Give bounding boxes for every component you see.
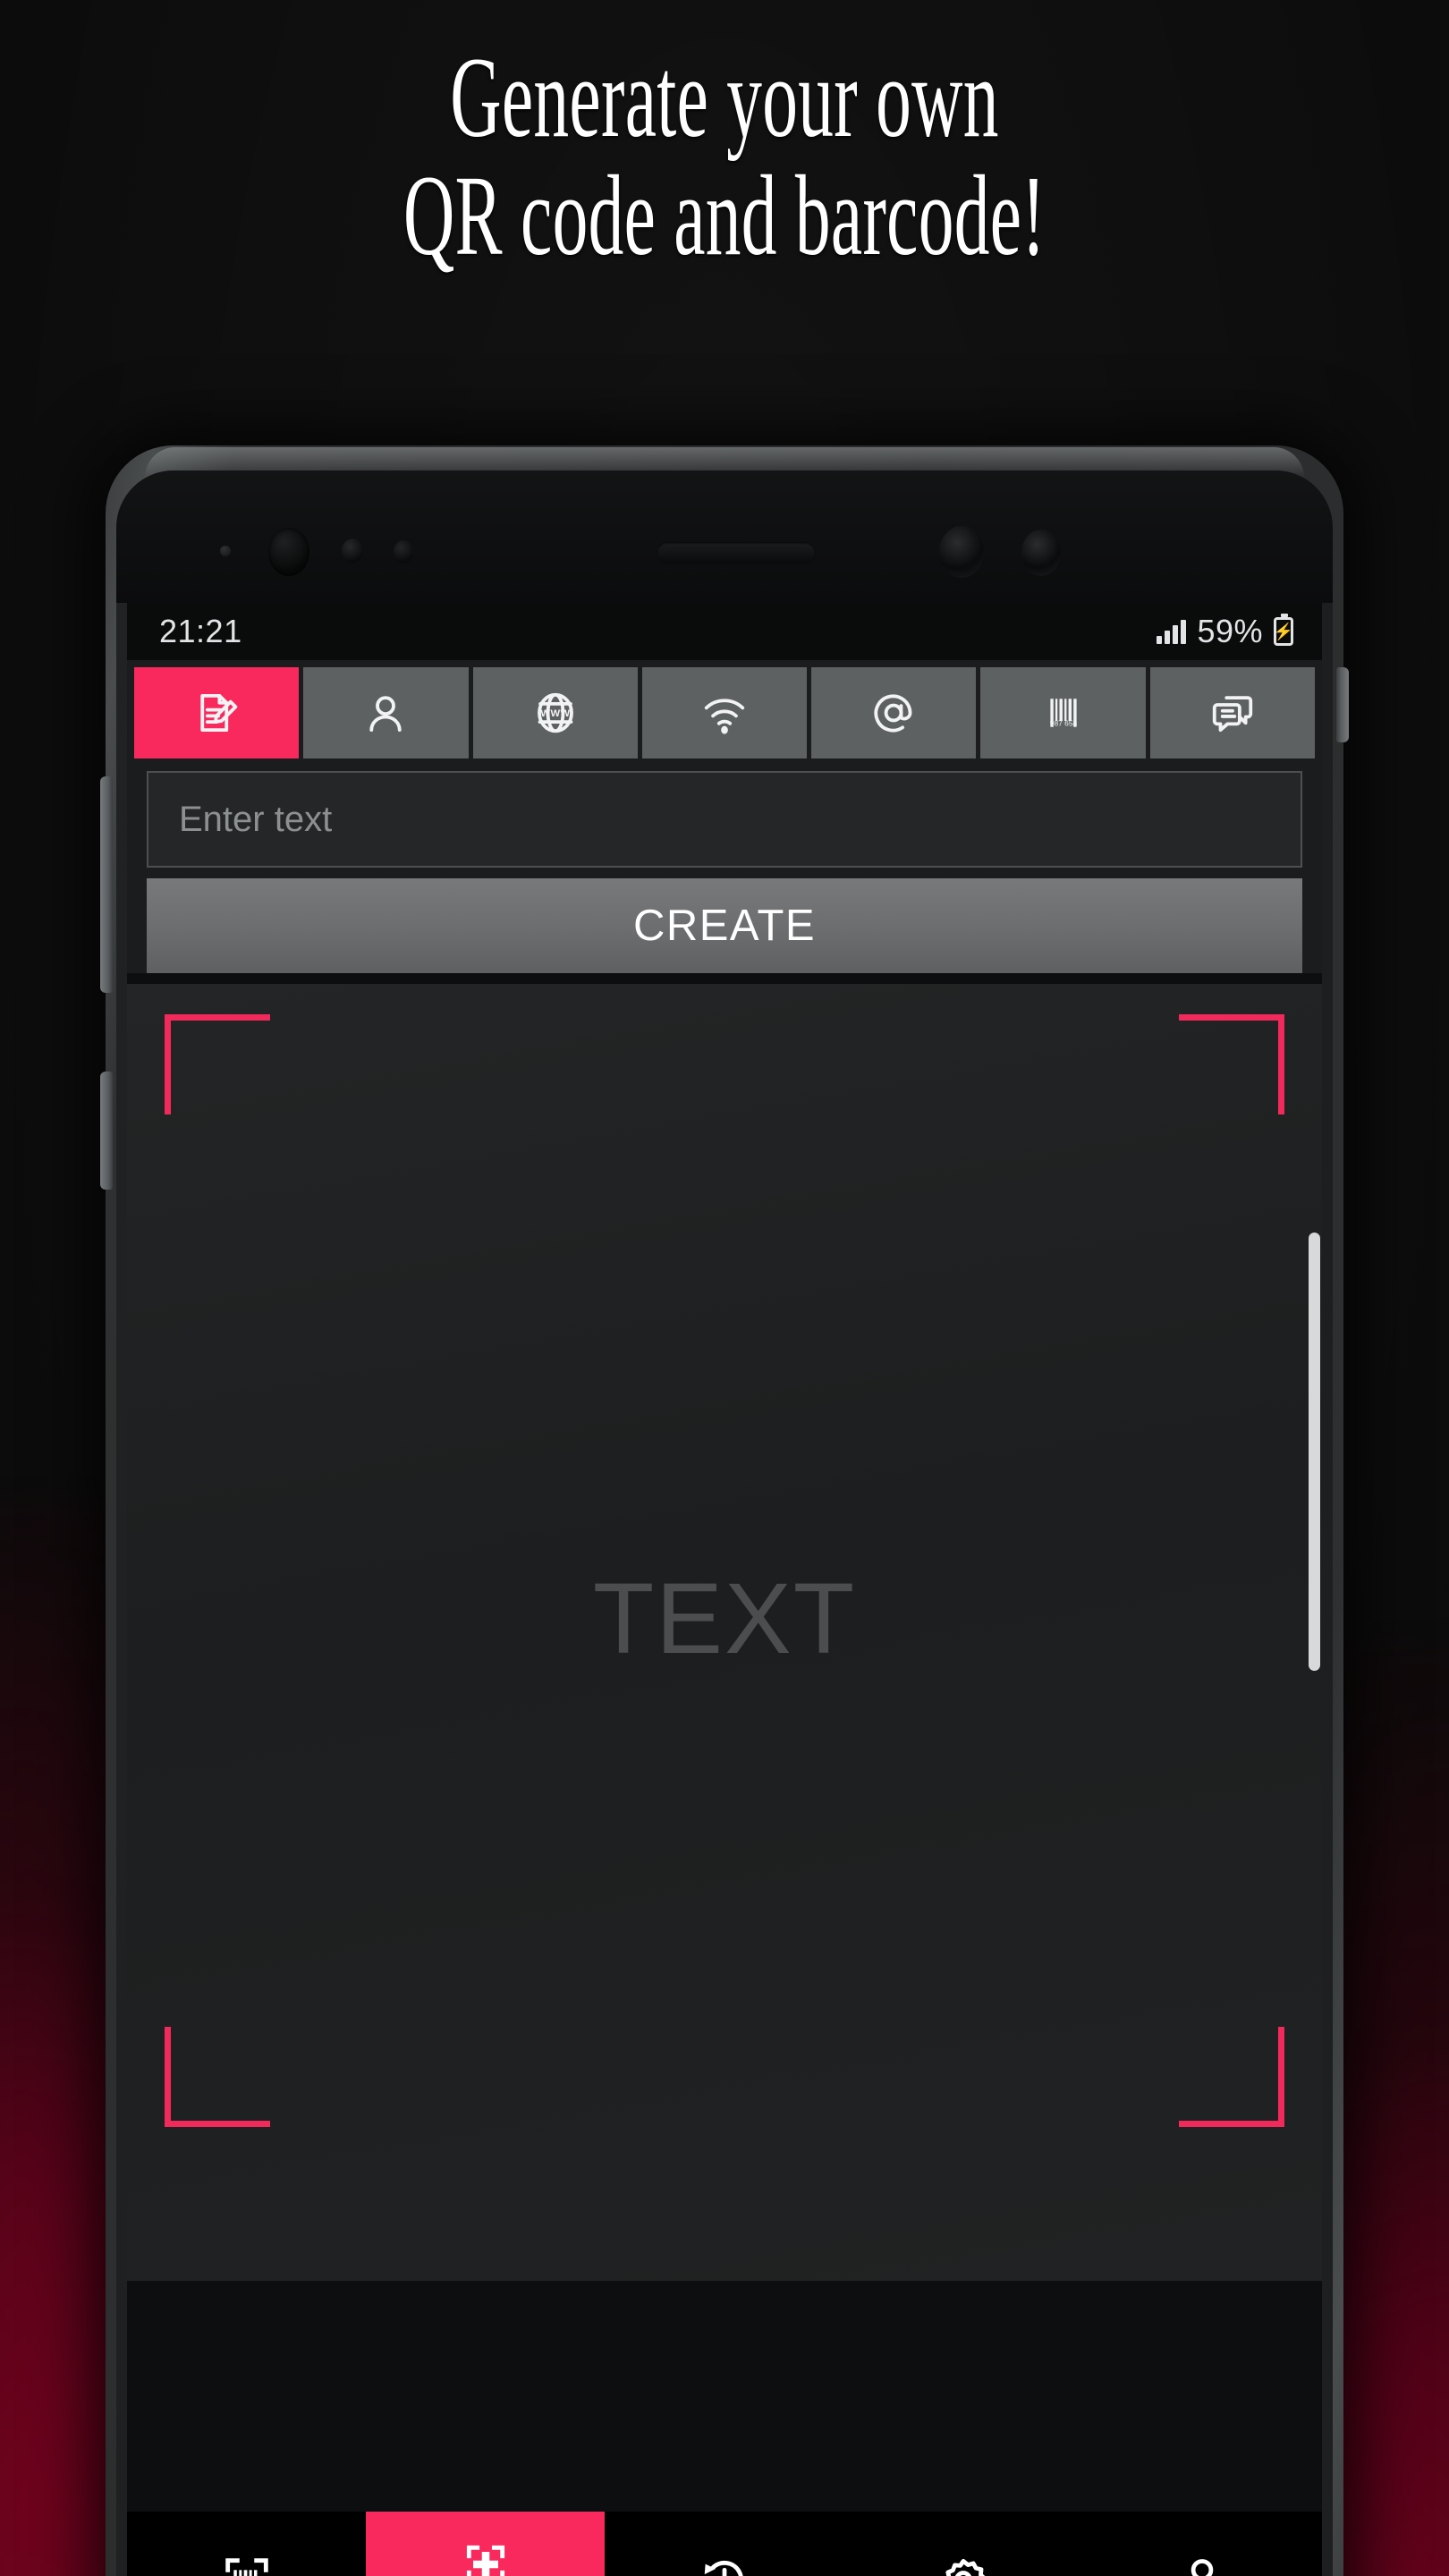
status-bar: 21:21 59% ⚡: [127, 603, 1322, 660]
create-button-container: CREATE: [127, 868, 1322, 973]
headline-line-1: Generate your own: [450, 34, 999, 161]
tab-sms[interactable]: [1149, 667, 1315, 758]
code-type-tabbar: WWW 987 658: [127, 660, 1322, 758]
battery-charging-icon: ⚡: [1274, 614, 1293, 646]
scanner-corner-bottom-right: [1179, 2027, 1284, 2127]
volume-button[interactable]: [100, 776, 113, 993]
headline-line-2: QR code and barcode!: [403, 151, 1046, 279]
tab-text[interactable]: [134, 667, 300, 758]
phone-body: 21:21 59% ⚡ WWW 987 658 Enter text CREAT…: [116, 470, 1333, 2576]
create-button[interactable]: CREATE: [147, 878, 1302, 973]
svg-text:WWW: WWW: [540, 708, 570, 719]
preview-watermark: TEXT: [592, 1563, 857, 1675]
iris-scanner-icon: [939, 526, 984, 578]
document-pencil-icon: [200, 693, 238, 733]
svg-text:987 658: 987 658: [1049, 719, 1077, 728]
code-preview-area: TEXT: [127, 984, 1322, 2281]
power-button[interactable]: [1336, 667, 1349, 742]
tab-barcode[interactable]: 987 658: [980, 667, 1146, 758]
phone-mockup: 21:21 59% ⚡ WWW 987 658 Enter text CREAT…: [100, 445, 1349, 2576]
globe-www-icon: WWW: [537, 692, 573, 733]
battery-percent-label: 59%: [1197, 613, 1263, 649]
nav-item-history[interactable]: [605, 2512, 844, 2576]
scan-barcode-icon: [225, 2558, 268, 2576]
tab-email[interactable]: [811, 667, 977, 758]
infrared-sensor-icon: [1021, 530, 1061, 576]
light-sensor-icon: [394, 540, 413, 564]
chat-bubbles-icon: [1212, 696, 1252, 733]
preview-scrollbar[interactable]: [1309, 1233, 1320, 1671]
barcode-icon: 987 658: [1049, 699, 1077, 728]
tab-wifi[interactable]: [641, 667, 808, 758]
status-bar-indicators: 59% ⚡: [1157, 613, 1293, 650]
settings-gear-icon: [945, 2558, 986, 2576]
wifi-icon: [704, 699, 745, 734]
generate-frame-plus-icon: [466, 2545, 504, 2576]
at-sign-icon: [874, 694, 912, 733]
tab-contact[interactable]: [303, 667, 469, 758]
promo-headline: Generate your own QR code and barcode!: [275, 34, 1174, 279]
proximity-sensor-icon: [342, 538, 363, 564]
phone-top-bezel: [116, 470, 1333, 603]
profile-person-icon: [1191, 2559, 1214, 2576]
nav-item-generate[interactable]: Generate: [366, 2512, 606, 2576]
sensor-dot-icon: [220, 546, 231, 556]
text-input-container: [127, 758, 1322, 868]
front-camera-icon: [268, 528, 309, 576]
scanner-corner-top-left: [165, 1014, 270, 1114]
signal-bars-icon: [1157, 619, 1187, 644]
status-bar-time: 21:21: [159, 613, 242, 649]
phone-screen: 21:21 59% ⚡ WWW 987 658 Enter text CREAT…: [127, 603, 1322, 2576]
history-clock-icon: [704, 2560, 743, 2576]
nav-item-settings[interactable]: [843, 2512, 1083, 2576]
assistant-button[interactable]: [100, 1072, 113, 1190]
earpiece-speaker-icon: [657, 542, 816, 564]
nav-item-scan[interactable]: [127, 2512, 367, 2576]
person-icon: [369, 696, 402, 733]
scanner-corner-bottom-left: [165, 2027, 270, 2127]
promo-screenshot: Generate your own QR code and barcode! 2…: [0, 0, 1449, 2576]
bottom-navigation-bar: Generate: [127, 2512, 1322, 2576]
scanner-corner-top-right: [1179, 1014, 1284, 1114]
content-input[interactable]: [147, 771, 1302, 868]
tab-url[interactable]: WWW: [472, 667, 638, 758]
nav-item-profile[interactable]: [1082, 2512, 1322, 2576]
